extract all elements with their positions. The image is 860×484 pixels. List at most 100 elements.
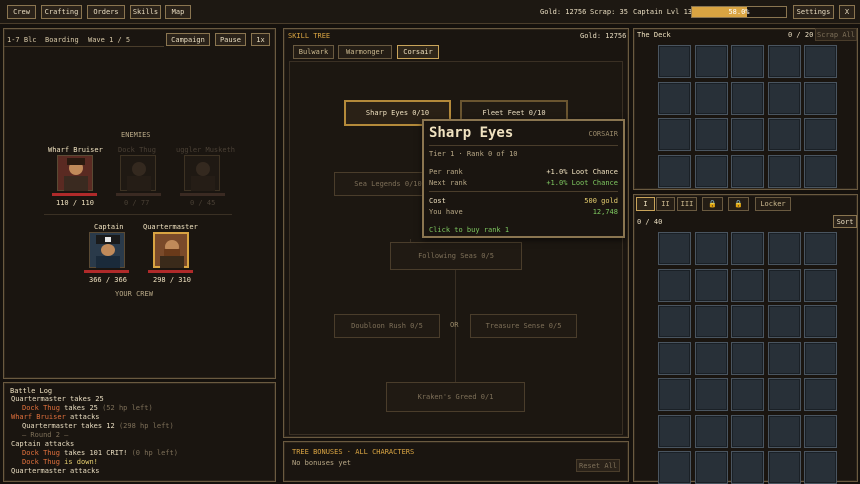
locker-slot[interactable] [658, 451, 691, 484]
locker-slot[interactable] [731, 232, 764, 265]
lock-icon: 🔒 [708, 200, 717, 208]
deck-slot[interactable] [694, 118, 728, 151]
locker-slot[interactable] [804, 451, 837, 484]
sort-button[interactable]: Sort [833, 215, 857, 228]
locker-slot[interactable] [731, 451, 764, 484]
nav-orders-button[interactable]: Orders [87, 5, 125, 19]
stage-label: 1-7 Blc [7, 36, 37, 44]
enemy-portrait-wharf-bruiser[interactable] [57, 155, 93, 191]
locker-slot[interactable] [767, 305, 801, 338]
locker-tab-locked-2[interactable]: 🔒 [728, 197, 749, 211]
crew-portrait-quartermaster[interactable] [153, 232, 189, 268]
locker-tab-locker[interactable]: Locker [755, 197, 791, 211]
reset-all-button[interactable]: Reset All [576, 459, 620, 472]
deck-slot[interactable] [731, 154, 764, 188]
locker-slot[interactable] [731, 305, 764, 338]
deck-slot[interactable] [694, 154, 728, 188]
nav-crafting-button[interactable]: Crafting [41, 5, 82, 19]
locker-slot[interactable] [804, 341, 837, 375]
locker-slot[interactable] [767, 378, 801, 411]
locker-slot[interactable] [804, 305, 837, 338]
speed-button[interactable]: 1x [251, 33, 270, 46]
nav-skills-button[interactable]: Skills [130, 5, 161, 19]
skill-node-krakens-greed[interactable]: Kraken's Greed 0/1 [386, 382, 525, 412]
tooltip-divider [429, 145, 618, 146]
deck-slot[interactable] [804, 81, 837, 115]
deck-slot[interactable] [804, 118, 837, 151]
nav-map-button[interactable]: Map [165, 5, 191, 19]
locker-tab-2[interactable]: II [656, 197, 675, 211]
crew-portrait-captain[interactable] [89, 232, 125, 268]
deck-slot[interactable] [767, 154, 801, 188]
locker-slot[interactable] [694, 341, 728, 375]
locker-slot[interactable] [731, 378, 764, 411]
locker-slot[interactable] [767, 341, 801, 375]
locker-slot[interactable] [694, 232, 728, 265]
locker-slot[interactable] [731, 414, 764, 448]
tab-warmonger[interactable]: Warmonger [338, 45, 392, 59]
deck-slot[interactable] [767, 45, 801, 78]
deck-slot[interactable] [658, 154, 691, 188]
locker-slot[interactable] [694, 414, 728, 448]
locker-tab-locked-1[interactable]: 🔒 [702, 197, 723, 211]
locker-tab-1[interactable]: I [636, 197, 655, 211]
locker-slot[interactable] [694, 378, 728, 411]
deck-slot[interactable] [694, 45, 728, 78]
enemy-hp-1: 110 / 110 [56, 199, 94, 207]
deck-slot[interactable] [658, 45, 691, 78]
locker-slot[interactable] [804, 232, 837, 265]
campaign-button[interactable]: Campaign [166, 33, 210, 46]
locker-slot[interactable] [658, 378, 691, 411]
settings-button[interactable]: Settings [793, 5, 834, 19]
deck-slot[interactable] [658, 81, 691, 115]
tree-bonuses-panel: TREE BONUSES · ALL CHARACTERS No bonuses… [283, 441, 629, 482]
skill-node-treasure-sense[interactable]: Treasure Sense 0/5 [470, 314, 577, 338]
tab-corsair[interactable]: Corsair [397, 45, 439, 59]
locker-slot[interactable] [804, 378, 837, 411]
locker-slot[interactable] [658, 341, 691, 375]
locker-slot[interactable] [658, 232, 691, 265]
nav-crew-button[interactable]: Crew [7, 5, 36, 19]
locker-slot[interactable] [658, 268, 691, 302]
enemy-name-1: Wharf Bruiser [48, 146, 103, 154]
locker-slot[interactable] [694, 305, 728, 338]
locker-slot[interactable] [731, 268, 764, 302]
locker-slot[interactable] [767, 268, 801, 302]
locker-slot[interactable] [658, 305, 691, 338]
deck-slot[interactable] [804, 45, 837, 78]
locker-slot[interactable] [767, 232, 801, 265]
enemy-hp-bar-2 [116, 193, 161, 196]
mode-label: Boarding [45, 36, 79, 44]
deck-slot[interactable] [731, 45, 764, 78]
deck-count: 0 / 20 [788, 31, 814, 39]
locker-slot[interactable] [767, 414, 801, 448]
skill-node-doubloon-rush[interactable]: Doubloon Rush 0/5 [334, 314, 440, 338]
close-button[interactable]: X [839, 5, 855, 19]
locker-slot[interactable] [804, 268, 837, 302]
locker-slot[interactable] [694, 268, 728, 302]
tree-bonuses-text: No bonuses yet [292, 459, 352, 467]
locker-slot[interactable] [767, 451, 801, 484]
tab-bulwark[interactable]: Bulwark [293, 45, 334, 59]
locker-slot[interactable] [658, 414, 691, 448]
locker-slot[interactable] [804, 414, 837, 448]
skill-tree-title: SKILL TREE [288, 32, 331, 40]
skill-node-following-seas[interactable]: Following Seas 0/5 [390, 242, 522, 270]
crew-hp-2: 298 / 310 [153, 276, 191, 284]
locker-slot[interactable] [731, 341, 764, 375]
deck-slot[interactable] [731, 118, 764, 151]
tooltip-subtitle: Tier 1 · Rank 0 of 10 [429, 150, 518, 158]
deck-slot[interactable] [658, 118, 691, 151]
locker-tab-3[interactable]: III [677, 197, 697, 211]
tooltip-cta: Click to buy rank 1 [429, 226, 510, 234]
tooltip-per-rank-label: Per rank [429, 168, 463, 176]
scrap-all-button[interactable]: Scrap All [815, 28, 857, 41]
locker-slot[interactable] [694, 451, 728, 484]
pause-button[interactable]: Pause [215, 33, 246, 46]
deck-slot[interactable] [804, 154, 837, 188]
deck-slot[interactable] [731, 81, 764, 115]
deck-slot[interactable] [767, 81, 801, 115]
deck-slot[interactable] [767, 118, 801, 151]
deck-slot[interactable] [694, 81, 728, 115]
log-line: Quartermaster takes 25 [11, 395, 104, 403]
